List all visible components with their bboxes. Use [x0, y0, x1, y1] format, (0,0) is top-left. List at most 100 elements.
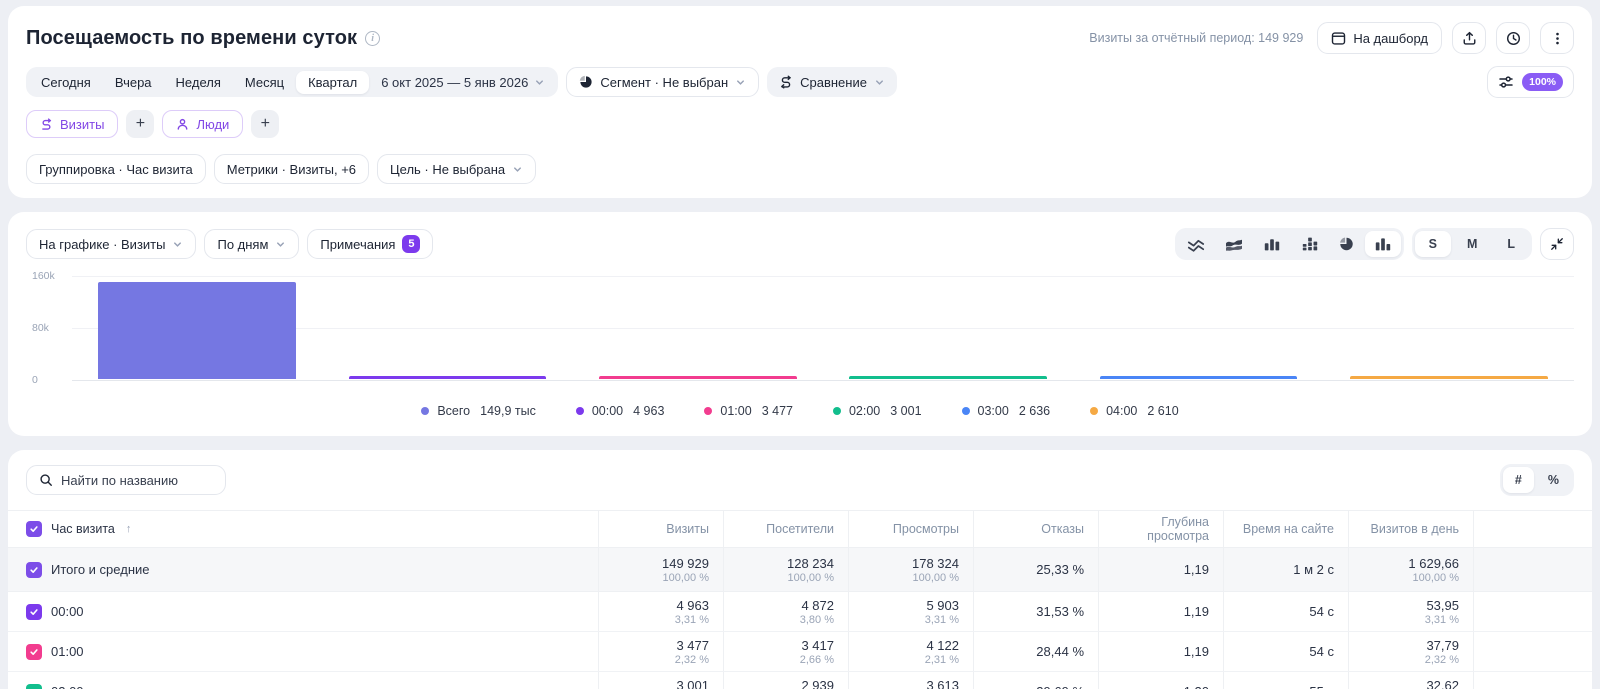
table-cell: 1 м 2 с — [1223, 548, 1348, 591]
sampling-badge: 100% — [1522, 73, 1563, 91]
column-spacer — [1473, 632, 1592, 671]
cell-value: 37,79 — [1426, 637, 1459, 653]
table-cell: 4 872 3,80 % — [723, 592, 848, 631]
row-checkbox[interactable] — [26, 683, 42, 689]
segment-selector[interactable]: Сегмент · Не выбран — [566, 67, 760, 97]
to-dashboard-button[interactable]: На дашборд — [1317, 22, 1442, 54]
cell-value: 4 963 — [676, 597, 709, 613]
column-header-Посетители[interactable]: Посетители — [723, 511, 848, 547]
legend-item-03:00[interactable]: 03:00 2 636 — [961, 404, 1051, 418]
comparison-selector[interactable]: Сравнение — [767, 67, 897, 97]
compare-icon — [779, 75, 793, 89]
history-button[interactable] — [1496, 22, 1530, 54]
collapse-chart-button[interactable] — [1540, 228, 1574, 260]
legend-item-00:00[interactable]: 00:00 4 963 — [575, 404, 664, 418]
chart-bar-01:00[interactable] — [598, 375, 797, 379]
column-header-Визиты[interactable]: Визиты — [598, 511, 723, 547]
tab-yesterday[interactable]: Вчера — [103, 71, 164, 94]
bar-chart: 160k 80k 0 — [26, 270, 1574, 386]
tab-week[interactable]: Неделя — [164, 71, 233, 94]
chevron-down-icon — [735, 77, 746, 88]
notes-count-badge: 5 — [402, 235, 421, 253]
notes-button[interactable]: Примечания 5 — [307, 229, 434, 259]
row-checkbox[interactable] — [26, 643, 42, 660]
kebab-icon — [1550, 31, 1565, 46]
legend-item-04:00[interactable]: 04:00 2 610 — [1090, 404, 1179, 418]
chart-type-bars-icon[interactable] — [1254, 231, 1290, 257]
search-input[interactable] — [61, 472, 211, 488]
chart-bar-Всего[interactable] — [98, 282, 297, 379]
cell-value: 55 с — [1309, 684, 1334, 689]
table-cell: 1,19 — [1098, 592, 1223, 631]
cell-value: 128 234 — [787, 555, 834, 571]
add-visits-metric-button[interactable]: + — [126, 110, 155, 138]
chart-bar-03:00[interactable] — [1099, 375, 1298, 379]
grouping-selector[interactable]: Группировка · Час визита — [26, 154, 206, 184]
bar-slot-03:00 — [1073, 276, 1323, 379]
metric-chip-visits[interactable]: Визиты — [26, 110, 119, 138]
column-header-Визитов в день[interactable]: Визитов в день — [1348, 511, 1473, 547]
column-header-Время на сайте[interactable]: Время на сайте — [1223, 511, 1348, 547]
cell-percent: 3,31 % — [924, 613, 959, 626]
more-menu-button[interactable] — [1540, 22, 1574, 54]
cell-value: 3 477 — [676, 637, 709, 653]
table-cell: 55 с — [1223, 672, 1348, 689]
sampling-control[interactable]: 100% — [1487, 66, 1574, 98]
row-checkbox[interactable] — [26, 561, 42, 578]
cell-value: 4 122 — [926, 637, 959, 653]
legend-label: 03:00 — [977, 404, 1009, 418]
column-header-Глубина просмотра[interactable]: Глубина просмотра — [1098, 511, 1223, 547]
table-search[interactable] — [26, 465, 226, 495]
chart-size-l[interactable]: L — [1493, 231, 1529, 257]
chart-bar-02:00[interactable] — [849, 375, 1048, 379]
chart-type-columns-icon[interactable] — [1364, 231, 1401, 257]
chart-type-pie-icon[interactable] — [1330, 231, 1363, 257]
chart-size-s[interactable]: S — [1414, 231, 1451, 257]
chart-bar-04:00[interactable] — [1349, 375, 1548, 379]
add-people-metric-button[interactable]: + — [251, 110, 280, 138]
legend-item-Всего[interactable]: Всего 149,9 тыс — [421, 404, 536, 418]
table-cell: 1 629,66 100,00 % — [1348, 548, 1473, 591]
column-header-Отказы[interactable]: Отказы — [973, 511, 1098, 547]
tab-today[interactable]: Сегодня — [29, 71, 103, 94]
metrics-selector[interactable]: Метрики · Визиты, +6 — [213, 154, 370, 184]
page-title: Посещаемость по времени суток — [26, 26, 358, 49]
chevron-down-icon — [874, 77, 885, 88]
toggle-numbers[interactable]: # — [1502, 467, 1534, 493]
legend-item-02:00[interactable]: 02:00 3 001 — [832, 404, 922, 418]
chart-type-stacked-bars-icon[interactable] — [1292, 231, 1328, 257]
row-checkbox[interactable] — [26, 603, 42, 620]
chart-type-line-icon[interactable] — [1178, 231, 1214, 257]
chart-type-area-icon[interactable] — [1216, 231, 1252, 257]
goal-selector[interactable]: Цель · Не выбрана — [377, 154, 537, 184]
on-chart-metric-selector[interactable]: На графике · Визиты — [26, 229, 197, 259]
info-icon[interactable]: i — [365, 30, 381, 46]
tab-quarter[interactable]: Квартал — [296, 70, 370, 94]
sliders-icon — [1498, 74, 1514, 90]
legend-item-01:00[interactable]: 01:00 3 477 — [704, 404, 793, 418]
chart-size-m[interactable]: M — [1453, 231, 1491, 257]
column-spacer — [1473, 592, 1592, 631]
export-button[interactable] — [1452, 22, 1486, 54]
table-row-02:00: 02:00 3 0012,00 %2 9392,29 %3 6132,03 % 29… — [8, 672, 1592, 689]
table-cell: 1,19 — [1098, 632, 1223, 671]
cell-percent: 100,00 % — [662, 571, 709, 584]
date-range-selector[interactable]: 6 окт 2025 — 5 янв 2026 — [369, 71, 555, 94]
sort-ascending-icon[interactable]: ↑ — [126, 523, 132, 535]
chevron-down-icon — [172, 239, 183, 250]
chart-bar-00:00[interactable] — [348, 375, 547, 379]
report-period-visits: Визиты за отчётный период: 149 929 — [1089, 31, 1304, 45]
y-axis-labels: 160k 80k 0 — [32, 270, 55, 386]
tab-month[interactable]: Месяц — [233, 71, 296, 94]
table-cell: 32,622,00 % — [1348, 672, 1473, 689]
cell-value: 53,95 — [1426, 597, 1459, 613]
column-header-Просмотры[interactable]: Просмотры — [848, 511, 973, 547]
granularity-selector[interactable]: По дням — [204, 229, 300, 259]
chevron-down-icon — [512, 164, 523, 175]
metric-chip-people[interactable]: Люди — [162, 110, 244, 138]
toggle-percent[interactable]: % — [1536, 467, 1571, 493]
bar-slot-00:00 — [322, 276, 572, 379]
column-spacer — [1473, 548, 1592, 591]
legend-value: 2 636 — [1018, 404, 1051, 418]
select-all-checkbox[interactable] — [26, 521, 42, 537]
